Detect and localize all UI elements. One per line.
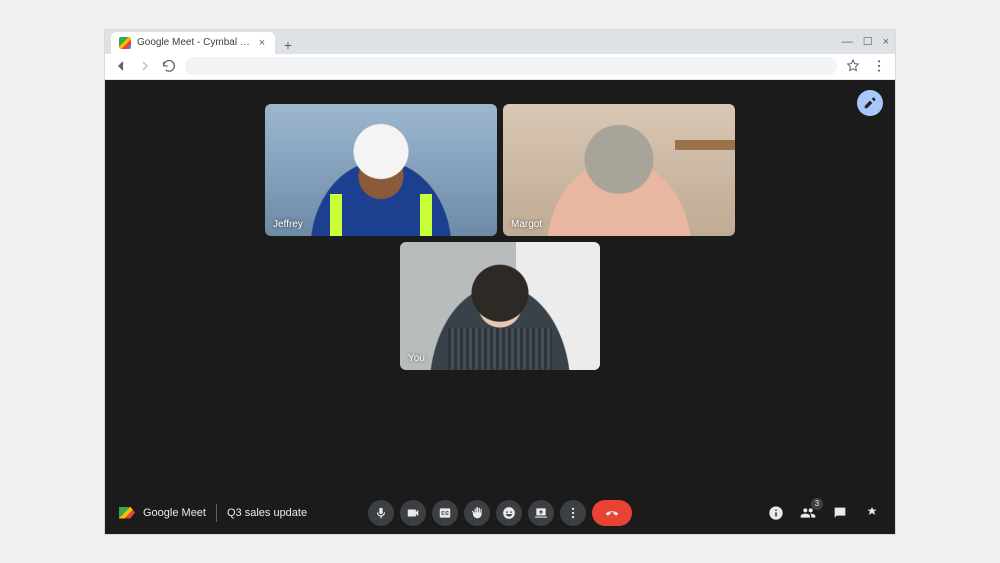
meet-bottom-bar: Google Meet Q3 sales update xyxy=(105,492,895,534)
close-tab-icon[interactable]: × xyxy=(257,38,267,48)
participant-tile-margot[interactable]: Margot xyxy=(503,104,735,236)
people-button[interactable]: 3 xyxy=(799,504,817,522)
activities-button[interactable] xyxy=(863,504,881,522)
participant-name: Margot xyxy=(511,219,542,230)
tab-strip: Google Meet - Cymbal intro × + — ☐ × xyxy=(105,30,895,54)
back-icon[interactable] xyxy=(113,58,129,74)
window-controls: — ☐ × xyxy=(842,30,889,54)
captions-button[interactable] xyxy=(432,500,458,526)
meet-logo-icon xyxy=(119,507,135,519)
reload-icon[interactable] xyxy=(161,58,177,74)
divider xyxy=(216,504,217,522)
participant-count-badge: 3 xyxy=(811,498,823,510)
meet-brand: Google Meet xyxy=(119,507,206,519)
call-controls xyxy=(368,500,632,526)
meeting-name: Q3 sales update xyxy=(227,507,307,519)
meet-app: Jeffrey Margot You Google Meet Q3 sales … xyxy=(105,80,895,534)
participant-name: You xyxy=(408,353,425,364)
video-grid: Jeffrey Margot You xyxy=(105,80,895,492)
minimize-icon[interactable]: — xyxy=(842,36,853,48)
meet-right-controls: 3 xyxy=(767,504,881,522)
mic-button[interactable] xyxy=(368,500,394,526)
meeting-details-button[interactable] xyxy=(767,504,785,522)
effects-button[interactable] xyxy=(857,90,883,116)
more-options-button[interactable] xyxy=(560,500,586,526)
raise-hand-button[interactable] xyxy=(464,500,490,526)
present-button[interactable] xyxy=(528,500,554,526)
reactions-button[interactable] xyxy=(496,500,522,526)
bookmark-star-icon[interactable] xyxy=(845,58,861,74)
browser-menu-icon[interactable] xyxy=(871,58,887,74)
camera-button[interactable] xyxy=(400,500,426,526)
close-window-icon[interactable]: × xyxy=(883,36,889,48)
chat-button[interactable] xyxy=(831,504,849,522)
meet-favicon xyxy=(119,37,131,49)
address-bar[interactable] xyxy=(185,57,837,75)
browser-toolbar xyxy=(105,54,895,80)
maximize-icon[interactable]: ☐ xyxy=(863,35,873,48)
browser-window: Google Meet - Cymbal intro × + — ☐ × xyxy=(105,30,895,534)
participant-tile-jeffrey[interactable]: Jeffrey xyxy=(265,104,497,236)
forward-icon xyxy=(137,58,153,74)
participant-name: Jeffrey xyxy=(273,219,303,230)
end-call-button[interactable] xyxy=(592,500,632,526)
tab-title: Google Meet - Cymbal intro xyxy=(137,37,251,48)
brand-label: Google Meet xyxy=(143,507,206,519)
participant-tile-you[interactable]: You xyxy=(400,242,600,370)
new-tab-button[interactable]: + xyxy=(279,36,297,54)
browser-tab[interactable]: Google Meet - Cymbal intro × xyxy=(111,32,275,54)
